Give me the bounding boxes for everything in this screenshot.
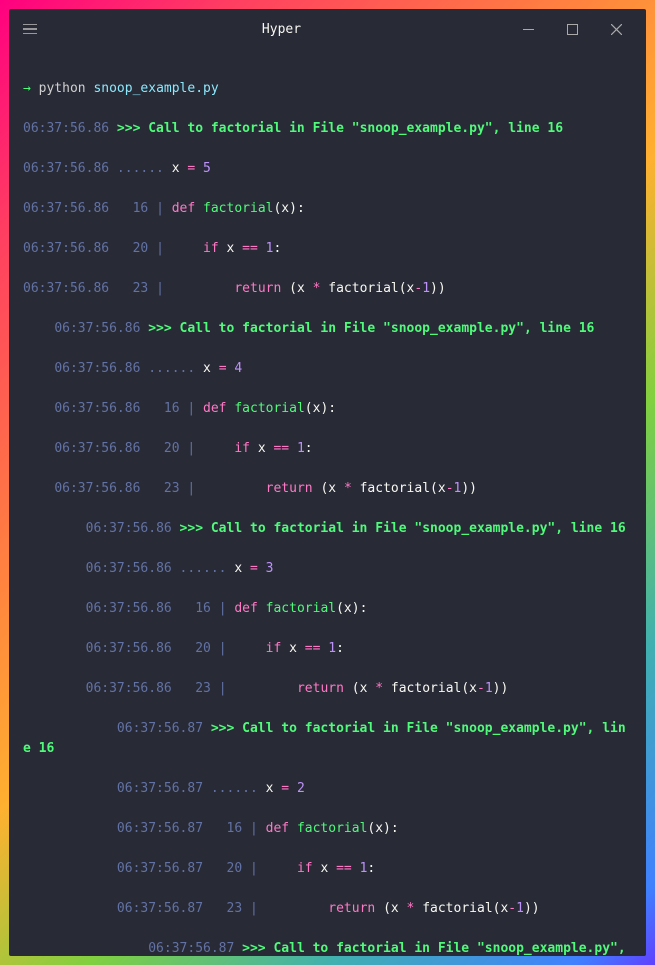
terminal-output[interactable]: → python snoop_example.py 06:37:56.86 >>… <box>9 49 646 956</box>
close-button[interactable] <box>594 14 638 44</box>
call-msg: >>> Call to factorial in File "snoop_exa… <box>117 121 563 136</box>
script-arg: snoop_example.py <box>93 81 218 96</box>
terminal-window: Hyper → python snoop_example.py 06:37:56… <box>9 9 646 956</box>
minimize-button[interactable] <box>506 14 550 44</box>
command: python <box>39 81 86 96</box>
timestamp: 06:37:56.86 <box>23 121 109 136</box>
maximize-button[interactable] <box>550 14 594 44</box>
titlebar: Hyper <box>9 9 646 49</box>
window-title: Hyper <box>57 22 506 37</box>
hamburger-icon[interactable] <box>17 18 43 41</box>
prompt-arrow: → <box>23 81 31 96</box>
